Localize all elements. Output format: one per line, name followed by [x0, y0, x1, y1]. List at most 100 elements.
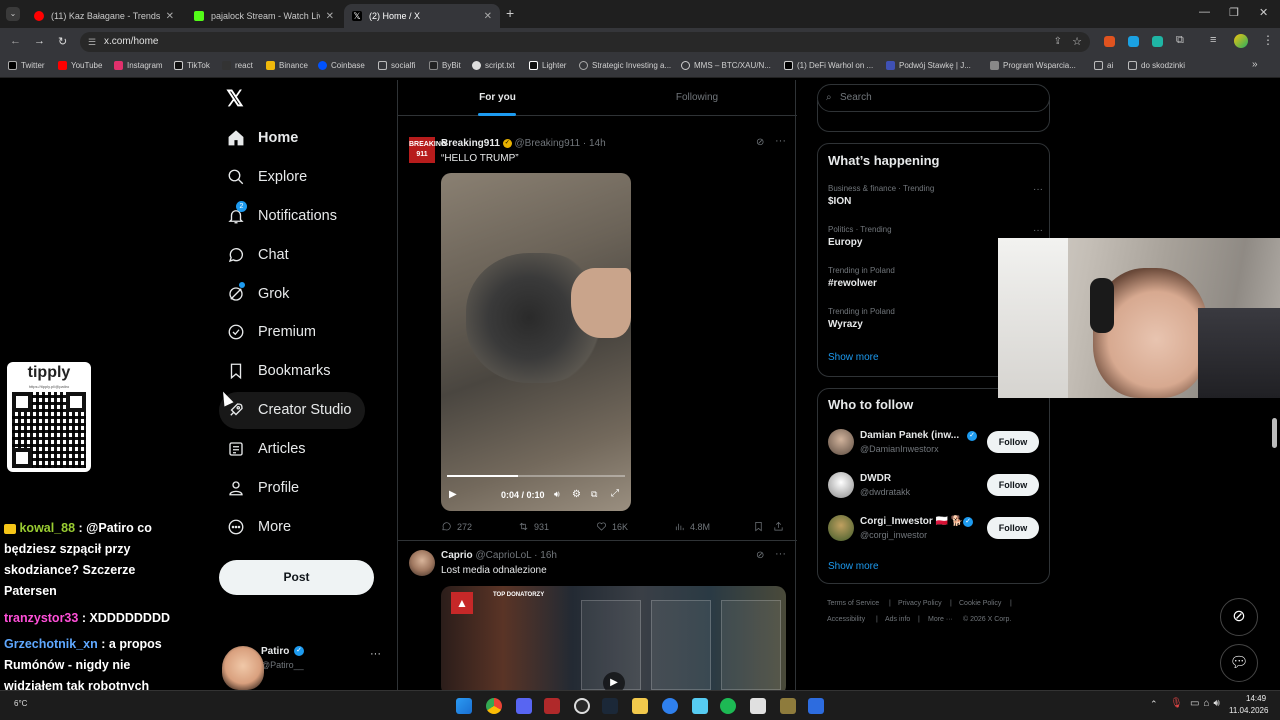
tray-chevron-icon[interactable]: ⌃ — [1150, 699, 1158, 710]
browser-tab-kick[interactable]: pajalock Stream - Watch Live on ✕ — [186, 4, 342, 28]
bookmark-defi-warhol[interactable]: (1) DeFi Warhol on ... — [784, 61, 873, 70]
like-button[interactable]: 16K — [596, 521, 628, 532]
close-window-icon[interactable]: ✕ — [1259, 6, 1268, 19]
nav-profile[interactable]: Profile — [226, 478, 299, 498]
nav-grok[interactable]: Grok — [226, 282, 289, 304]
browser-menu-icon[interactable]: ⋮ — [1262, 33, 1274, 47]
reply-button[interactable]: 272 — [441, 521, 472, 532]
repost-button[interactable]: 931 — [518, 521, 549, 532]
bookmark-react[interactable]: react — [222, 61, 253, 70]
bookmark-tweet-button[interactable] — [753, 521, 769, 532]
footer-ads-info[interactable]: Ads info — [885, 616, 910, 623]
obs-icon[interactable] — [574, 698, 590, 714]
bookmark-folder-ai[interactable]: ai — [1094, 61, 1113, 70]
bookmark-coinbase[interactable]: Coinbase — [318, 61, 365, 70]
app-icon[interactable] — [750, 698, 766, 714]
profile-avatar[interactable] — [1234, 34, 1248, 48]
app-icon[interactable] — [780, 698, 796, 714]
bookmark-lighter[interactable]: Lighter — [529, 61, 566, 70]
nav-premium[interactable]: Premium — [226, 322, 316, 342]
nav-explore[interactable]: Explore — [226, 167, 307, 187]
browser-tab-youtube[interactable]: (11) Kaz Bałagane - Trendsetter ✕ — [26, 4, 182, 28]
follow-suggestion[interactable]: Damian Panek (inw... ✓ @DamianInwestorx … — [828, 429, 1043, 459]
footer-terms[interactable]: Terms of Service — [827, 600, 879, 607]
messages-fab[interactable]: 💬︎ — [1220, 644, 1258, 682]
avatar[interactable] — [828, 472, 854, 498]
follow-suggestion[interactable]: DWDR @dwdratakk Follow — [828, 472, 1043, 502]
tweet-more-icon[interactable]: ··· — [775, 135, 786, 147]
close-tab-icon[interactable]: ✕ — [484, 11, 492, 22]
reading-list-icon[interactable]: ≡ — [1210, 34, 1216, 46]
weather-widget[interactable]: 6°C — [14, 699, 27, 708]
app-icon[interactable] — [544, 698, 560, 714]
tweet-more-icon[interactable]: ··· — [775, 548, 786, 560]
show-more-link[interactable]: Show more — [828, 561, 879, 572]
file-explorer-icon[interactable] — [632, 698, 648, 714]
tweet-video[interactable]: ▶ 0:04 / 0:10 🔊︎ ⚙ ⧉ ⤢ — [441, 173, 631, 511]
show-more-link[interactable]: Show more — [828, 352, 879, 363]
author-name[interactable]: Caprio — [441, 550, 473, 561]
bookmark-binance[interactable]: Binance — [266, 61, 308, 70]
minimize-window-icon[interactable]: — — [1199, 6, 1210, 18]
tweet-time[interactable]: · 14h — [583, 138, 606, 149]
tray-icons[interactable]: ▭⌂🔊︎ — [1190, 698, 1224, 709]
nav-home[interactable]: Home — [226, 128, 298, 148]
fullscreen-icon[interactable]: ⤢ — [611, 488, 619, 499]
author-handle[interactable]: @Breaking911 — [515, 138, 581, 149]
trend-more-icon[interactable]: ··· — [1033, 184, 1043, 195]
forward-icon[interactable]: → — [34, 35, 45, 47]
volume-icon[interactable]: 🔊︎ — [554, 489, 560, 500]
new-tab-button[interactable]: + — [506, 5, 514, 21]
bookmark-youtube[interactable]: YouTube — [58, 61, 102, 70]
start-windows-icon[interactable] — [456, 698, 472, 714]
grok-tweet-icon[interactable]: ⊘ — [756, 137, 764, 148]
footer-cookie[interactable]: Cookie Policy — [959, 600, 1001, 607]
footer-more[interactable]: More ··· — [928, 616, 953, 623]
nav-chat[interactable]: Chat — [226, 245, 289, 265]
follow-button[interactable]: Follow — [987, 431, 1039, 453]
nav-notifications[interactable]: 2 Notifications — [226, 201, 337, 226]
extension-icon[interactable] — [1128, 36, 1139, 47]
more-bookmarks-icon[interactable]: » — [1252, 59, 1258, 70]
site-info-icon[interactable]: ☰ — [88, 32, 96, 52]
browser-tab-x-home[interactable]: 𝕏 (2) Home / X ✕ — [344, 4, 500, 28]
microphone-icon[interactable]: 🎙︎ — [1170, 698, 1183, 709]
settings-gear-icon[interactable]: ⚙ — [572, 489, 581, 500]
bookmark-mms[interactable]: MMS – BTC/XAU/N... — [681, 61, 771, 70]
app-icon[interactable] — [808, 698, 824, 714]
install-app-icon[interactable]: ⇪ — [1054, 32, 1062, 52]
author-name[interactable]: Breaking911 — [441, 138, 500, 149]
tab-for-you[interactable]: For you — [398, 80, 597, 116]
bookmark-folder-do-skodzinki[interactable]: do skodzinki — [1128, 61, 1185, 70]
tweet-caprio[interactable]: Caprio @CaprioLoL · 16h ⊘ ··· Lost media… — [398, 542, 797, 690]
avatar[interactable] — [828, 515, 854, 541]
extension-icon[interactable] — [1104, 36, 1115, 47]
avatar[interactable]: BREAKING 911 — [409, 137, 446, 163]
bookmark-script[interactable]: script.txt — [472, 61, 515, 70]
bookmark-star-icon[interactable]: ☆ — [1072, 32, 1082, 52]
steam-icon[interactable] — [602, 698, 618, 714]
nav-creator-studio[interactable]: Creator Studio — [226, 400, 352, 420]
nav-articles[interactable]: Articles — [226, 439, 306, 459]
follow-button[interactable]: Follow — [987, 517, 1039, 539]
back-icon[interactable]: ← — [10, 35, 21, 47]
extensions-puzzle-icon[interactable]: ⧉ — [1176, 34, 1184, 47]
tweet-breaking911[interactable]: BREAKING 911 Breaking911 ✓ @Breaking911 ·… — [398, 125, 797, 541]
bookmark-twitter[interactable]: Twitter — [8, 61, 45, 70]
bookmark-tiktok[interactable]: TikTok — [174, 61, 210, 70]
bookmark-strategic-investing[interactable]: Strategic Investing a... — [579, 61, 671, 70]
tab-search-button[interactable]: ⌄ — [6, 7, 20, 21]
account-more-icon[interactable]: ··· — [370, 648, 381, 660]
grok-tweet-icon[interactable]: ⊘ — [756, 550, 764, 561]
reload-icon[interactable]: ↻ — [58, 35, 67, 48]
tweet-time[interactable]: · 16h — [534, 550, 557, 561]
discord-icon[interactable] — [516, 698, 532, 714]
avatar[interactable] — [828, 429, 854, 455]
bookmark-bybit[interactable]: ByBit — [429, 61, 461, 70]
trend-item[interactable]: Business & finance · Trending $ION ··· — [828, 184, 1043, 207]
pip-icon[interactable]: ⧉ — [591, 489, 597, 500]
app-icon[interactable] — [692, 698, 708, 714]
chrome-icon[interactable] — [486, 698, 502, 714]
x-logo[interactable]: 𝕏 — [226, 86, 244, 112]
follow-button[interactable]: Follow — [987, 474, 1039, 496]
